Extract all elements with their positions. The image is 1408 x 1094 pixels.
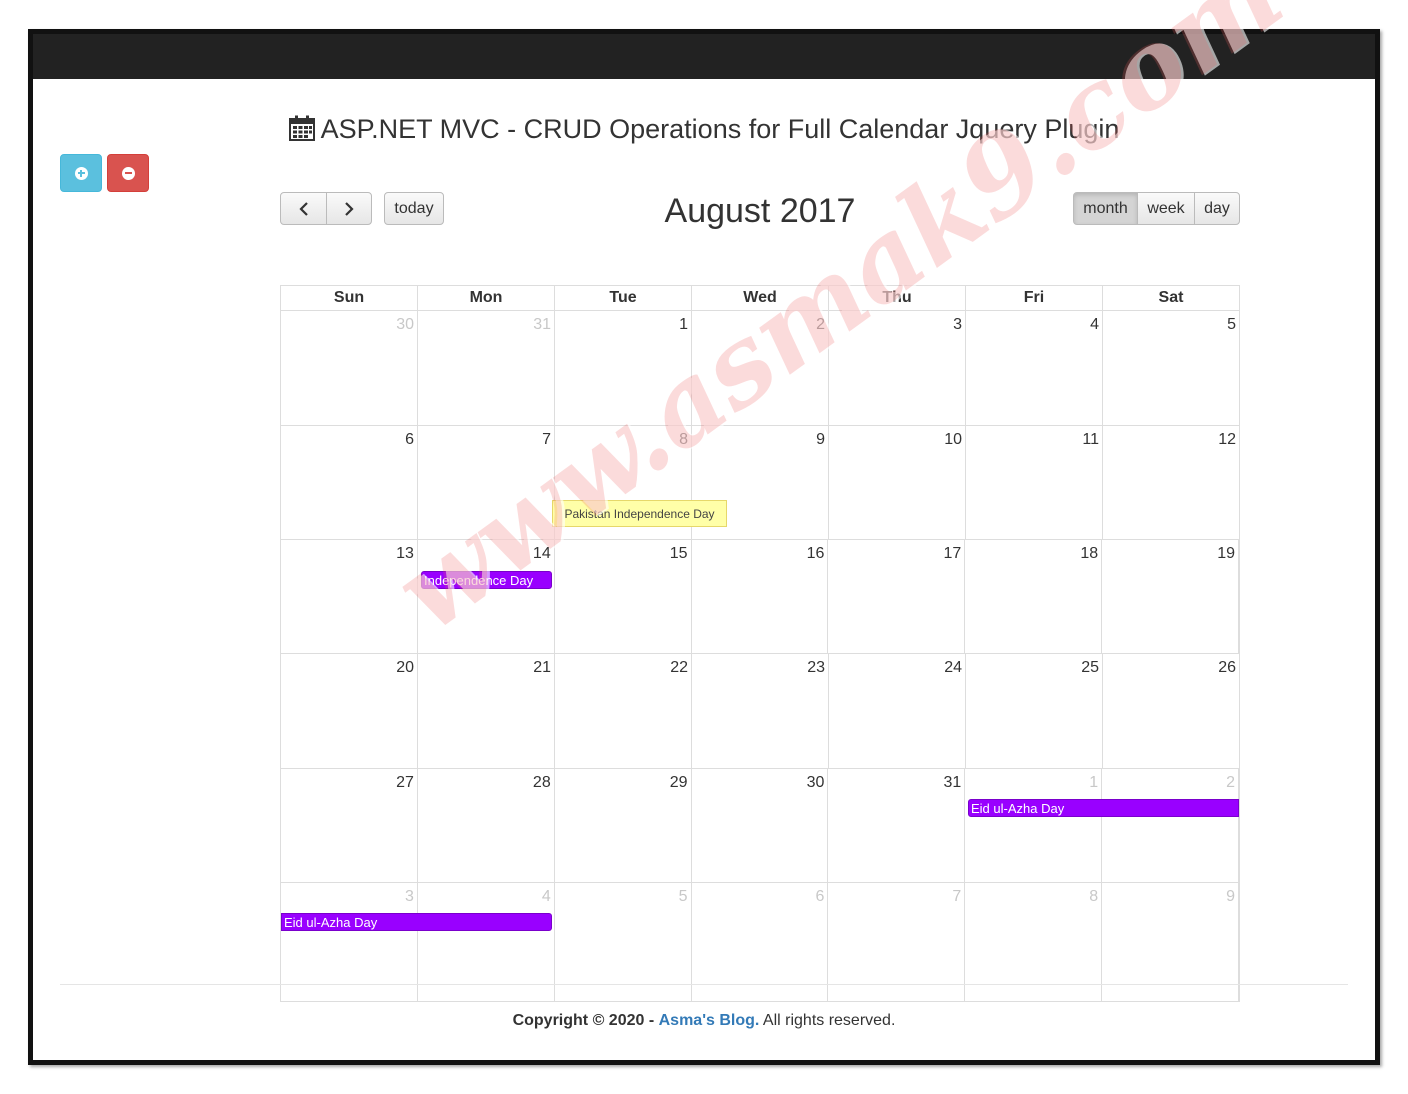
page-title: ASP.NET MVC - CRUD Operations for Full C…	[33, 114, 1375, 145]
day-cell[interactable]: 21	[418, 654, 555, 768]
day-cell[interactable]: 13	[281, 540, 418, 653]
calendar-icon	[288, 115, 315, 141]
day-header: Wed	[692, 286, 829, 310]
day-cell[interactable]: 26	[1103, 654, 1239, 768]
week-row: 6 7 8 9 10 11 12	[281, 426, 1239, 540]
day-cell[interactable]: 20	[281, 654, 418, 768]
day-cell[interactable]: 30	[692, 769, 829, 882]
add-event-button[interactable]	[60, 154, 102, 192]
week-row: 20 21 22 23 24 25 26	[281, 654, 1239, 769]
day-cell[interactable]: 18	[965, 540, 1103, 653]
footer: Copyright © 2020 - Asma's Blog. All righ…	[33, 1012, 1375, 1030]
day-cell[interactable]: 24	[829, 654, 966, 768]
day-cell[interactable]: 10	[829, 426, 966, 539]
day-cell[interactable]: 22	[555, 654, 692, 768]
event-tooltip: Pakistan Independence Day	[552, 500, 727, 527]
footer-brand-link[interactable]: Asma's Blog.	[659, 1012, 760, 1029]
day-cell[interactable]: 2	[692, 311, 829, 425]
footer-copyright: Copyright © 2020 -	[512, 1012, 655, 1029]
navbar	[33, 34, 1375, 79]
day-cell[interactable]: 27	[281, 769, 418, 882]
week-row: 30 31 1 2 3 4 5	[281, 311, 1239, 426]
day-cell[interactable]: 17	[828, 540, 966, 653]
day-cell[interactable]: 19	[1102, 540, 1240, 653]
footer-divider	[60, 984, 1348, 985]
day-cell[interactable]: 6	[281, 426, 418, 539]
day-cell[interactable]: 7	[418, 426, 555, 539]
day-view-button[interactable]: day	[1194, 192, 1240, 225]
page-title-text: ASP.NET MVC - CRUD Operations for Full C…	[320, 114, 1120, 144]
day-header-row: Sun Mon Tue Wed Thu Fri Sat	[281, 286, 1239, 311]
week-row: 13 14 15 16 17 18 19 Independence Day	[281, 540, 1240, 654]
footer-rights: All rights reserved.	[762, 1012, 896, 1029]
week-view-button[interactable]: week	[1137, 192, 1195, 225]
day-cell[interactable]: 28	[418, 769, 555, 882]
month-grid: Sun Mon Tue Wed Thu Fri Sat 30 31 1 2 3 …	[280, 285, 1240, 1002]
day-cell[interactable]: 31	[418, 311, 555, 425]
day-cell[interactable]: 14	[418, 540, 555, 653]
day-header: Fri	[966, 286, 1103, 310]
day-header: Mon	[418, 286, 555, 310]
day-cell[interactable]: 25	[966, 654, 1103, 768]
day-cell[interactable]: 11	[966, 426, 1103, 539]
day-cell[interactable]: 15	[555, 540, 692, 653]
day-cell[interactable]: 12	[1103, 426, 1239, 539]
day-cell[interactable]: 30	[281, 311, 418, 425]
month-view-button[interactable]: month	[1073, 192, 1138, 225]
calendar-toolbar: today August 2017 month week day	[280, 192, 1240, 252]
day-cell[interactable]: 16	[692, 540, 829, 653]
day-cell[interactable]: 29	[555, 769, 692, 882]
browser-frame: ASP.NET MVC - CRUD Operations for Full C…	[28, 0, 1380, 1065]
calendar-event[interactable]: Eid ul-Azha Day	[968, 799, 1239, 817]
day-cell[interactable]: 1	[555, 311, 692, 425]
day-cell[interactable]: 31	[828, 769, 966, 882]
minus-circle-icon	[121, 166, 135, 180]
day-header: Thu	[829, 286, 966, 310]
day-cell[interactable]: 1	[965, 769, 1103, 882]
calendar-event[interactable]: Eid ul-Azha Day	[281, 913, 552, 931]
day-cell[interactable]: 5	[1103, 311, 1239, 425]
day-cell[interactable]: 3	[829, 311, 966, 425]
day-header: Sat	[1158, 289, 1184, 306]
day-cell[interactable]: 23	[692, 654, 829, 768]
day-header: Sun	[281, 286, 418, 310]
week-row: 27 28 29 30 31 1 2 Eid ul-Azha Day	[281, 769, 1240, 883]
day-header: Tue	[555, 286, 692, 310]
day-cell[interactable]: 2	[1102, 769, 1240, 882]
plus-circle-icon	[74, 166, 88, 180]
calendar-event[interactable]: Independence Day	[421, 571, 552, 589]
calendar: today August 2017 month week day Sun Mon…	[280, 192, 1240, 1002]
day-cell[interactable]: 4	[966, 311, 1103, 425]
delete-event-button[interactable]	[107, 154, 149, 192]
